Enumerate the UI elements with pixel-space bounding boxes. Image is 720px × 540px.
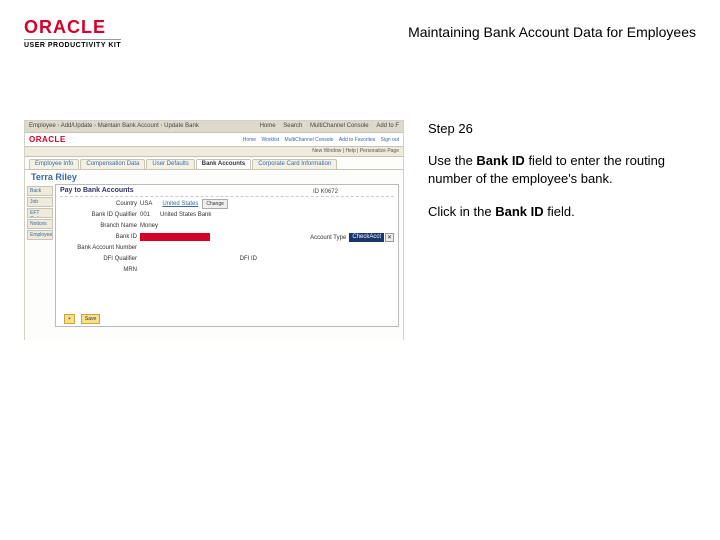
global-link[interactable]: Sign out [381,137,399,143]
save-button[interactable]: Save [81,314,100,324]
row-country: Country USA United States Change [60,199,394,209]
separator [60,196,394,197]
row-dfi: DFI Qualifier DFI ID [60,254,394,264]
instruction-line-1: Use the Bank ID field to enter the routi… [428,152,696,188]
left-sidebar: Back Job EFT Optio Notices Employee [27,186,53,241]
sidebar-item[interactable]: Employee [27,230,53,240]
form-action-buttons: + Save [60,314,100,324]
global-link[interactable]: Home [243,137,256,143]
label-dfi-id: DFI ID [230,256,260,262]
breadcrumb: Employee Add/Update Maintain Bank Accoun… [29,123,199,132]
label-bank-account-number: Bank Account Number [60,245,140,251]
desc-bank-id-qualifier: United States Bank [160,212,211,218]
instruction-line-2: Click in the Bank ID field. [428,203,696,221]
sidebar-item[interactable]: Notices [27,219,53,229]
instruction-panel: Step 26 Use the Bank ID field to enter t… [428,120,696,235]
breadcrumb-item[interactable]: Update Bank [164,123,199,129]
person-id: ID K0672 [313,189,338,195]
change-country-button[interactable]: Change [202,199,228,209]
clear-icon[interactable]: ✕ [385,233,394,242]
text-bold: Bank ID [476,153,524,168]
app-screenshot: Employee Add/Update Maintain Bank Accoun… [24,120,404,340]
document-title: Maintaining Bank Account Data for Employ… [408,24,696,40]
global-links: Home Worklist MultiChannel Console Add t… [239,137,399,143]
row-branch-name: Branch Name Money [60,221,394,231]
bank-account-form: Pay to Bank Accounts ID K0672 Country US… [55,184,399,327]
value-bank-id-qualifier: 001 [140,212,150,218]
slide-header: ORACLE USER PRODUCTIVITY KIT Maintaining… [24,18,696,58]
form-title: Pay to Bank Accounts [60,187,394,194]
bank-id-field[interactable] [140,233,210,241]
global-link[interactable]: Worklist [261,137,279,143]
brand-logo-text: ORACLE [24,18,121,36]
label-bank-id-qualifier: Bank ID Qualifier [60,212,140,218]
breadcrumb-item[interactable]: Add/Update [61,123,98,129]
slide: ORACLE USER PRODUCTIVITY KIT Maintaining… [0,0,720,540]
row-bank-id-qualifier: Bank ID Qualifier 001 United States Bank [60,210,394,220]
sidebar-item[interactable]: Job [27,197,53,207]
tab-user-defaults[interactable]: User Defaults [146,159,194,169]
tab-corporate-card[interactable]: Corporate Card Information [252,159,337,169]
text-frag: Use the [428,153,476,168]
text-frag: Click in the [428,204,495,219]
breadcrumb-item[interactable]: Employee [29,123,61,129]
person-name: Terra Riley [25,170,403,184]
label-account-type: Account Type [310,235,346,241]
label-branch-name: Branch Name [60,223,140,229]
slide-body: Employee Add/Update Maintain Bank Accoun… [24,120,696,516]
brand-bar: ORACLE Home Worklist MultiChannel Consol… [25,133,403,147]
step-label: Step 26 [428,120,696,138]
tab-employee-info[interactable]: Employee Info [29,159,79,169]
top-link[interactable]: Home [260,123,276,129]
global-link[interactable]: Add to Favorites [339,137,375,143]
sidebar-item[interactable]: Back [27,186,53,196]
text-frag: field. [544,204,575,219]
value-branch-name: Money [140,223,158,229]
app-brand-logo: ORACLE [29,135,66,144]
row-bank-account-number: Bank Account Number [60,243,394,253]
breadcrumb-item[interactable]: Maintain Bank Account [98,123,164,129]
label-bank-id: Bank ID [60,234,140,240]
value-country: USA [140,201,152,207]
account-type-select[interactable]: CheckAcct [349,233,384,242]
link-country[interactable]: United States [162,201,198,207]
tab-compensation[interactable]: Compensation Data [80,159,145,169]
form-area: Back Job EFT Optio Notices Employee Pay … [25,184,403,341]
tab-strip: Employee Info Compensation Data User Def… [25,157,403,170]
tab-bank-accounts[interactable]: Bank Accounts [196,159,251,169]
label-country: Country [60,201,140,207]
global-link[interactable]: MultiChannel Console [285,137,334,143]
label-mrn: MRN [60,267,140,273]
row-account-type: Account Type CheckAcct ✕ [310,233,394,242]
brand-logo: ORACLE USER PRODUCTIVITY KIT [24,18,121,49]
top-link[interactable]: Add to F [376,123,399,129]
top-link[interactable]: Search [283,123,302,129]
label-dfi-qualifier: DFI Qualifier [60,256,140,262]
row-mrn: MRN [60,265,394,275]
text-bold: Bank ID [495,204,543,219]
brand-logo-sub: USER PRODUCTIVITY KIT [24,39,121,49]
add-row-button[interactable]: + [64,314,75,324]
page-util-bar[interactable]: New Window | Help | Personalize Page [25,147,403,157]
sidebar-item[interactable]: EFT Optio [27,208,53,218]
top-links: Home Search MultiChannel Console Add to … [254,123,399,132]
breadcrumb-bar: Employee Add/Update Maintain Bank Accoun… [25,121,403,133]
top-link[interactable]: MultiChannel Console [310,123,369,129]
